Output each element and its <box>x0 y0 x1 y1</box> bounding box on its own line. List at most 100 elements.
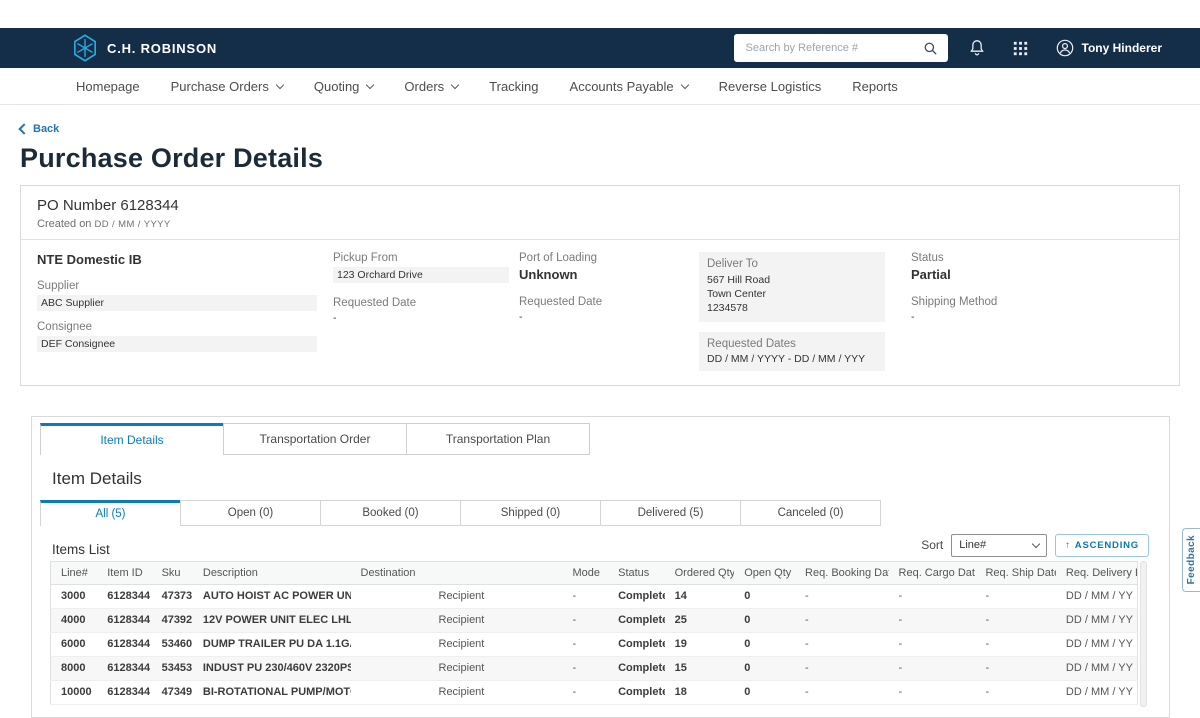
tab-transportation-order[interactable]: Transportation Order <box>223 423 407 455</box>
sort-label: Sort <box>921 538 943 552</box>
cell-line: 8000 <box>51 656 98 680</box>
nav-item-quoting[interactable]: Quoting <box>314 79 374 94</box>
po-col-pickup: Pickup From 123 Orchard Drive Requested … <box>333 252 519 371</box>
nav-item-purchase-orders[interactable]: Purchase Orders <box>171 79 283 94</box>
column-header-description: Description <box>193 561 351 584</box>
cell-destination: Recipient <box>351 680 563 704</box>
cell-req-ship-date: - <box>975 632 1055 656</box>
apps-grid-icon[interactable] <box>1006 33 1036 63</box>
filter-tab-open-0[interactable]: Open (0) <box>180 500 321 526</box>
po-col-port: Port of Loading Unknown Requested Date - <box>519 252 699 371</box>
column-header-req-booking-date: Req. Booking Date <box>795 561 888 584</box>
cell-req-booking-date: - <box>795 584 888 608</box>
cell-req-ship-date: - <box>975 680 1055 704</box>
cell-sku: 53453 <box>152 656 193 680</box>
ascending-button[interactable]: ↑ ASCENDING <box>1055 534 1149 557</box>
filter-tab-all-5[interactable]: All (5) <box>40 500 181 526</box>
tab-label: Delivered (5) <box>638 507 704 519</box>
tab-label: Shipped (0) <box>501 507 560 519</box>
tab-item-details[interactable]: Item Details <box>40 423 224 455</box>
table-scrollbar[interactable] <box>1140 561 1147 707</box>
created-on-label: Created on <box>37 218 91 230</box>
chevron-down-icon <box>276 80 284 88</box>
po-header: PO Number 6128344 Created on DD / MM / Y… <box>21 186 1179 239</box>
cell-line: 6000 <box>51 632 98 656</box>
items-table: Line#Item IDSkuDescriptionDestinationMod… <box>50 561 1138 705</box>
cell-line: 10000 <box>51 680 98 704</box>
chevron-down-icon <box>451 80 459 88</box>
filter-tab-shipped-0[interactable]: Shipped (0) <box>460 500 601 526</box>
pickup-requested-date-value: - <box>333 312 519 324</box>
tab-label: Open (0) <box>228 507 273 519</box>
status-filter-tabs: All (5) Open (0) Booked (0) Shipped (0) Deli… <box>32 489 1169 526</box>
po-number: PO Number 6128344 <box>37 197 1163 214</box>
column-header-mode: Mode <box>562 561 608 584</box>
cell-mode: - <box>562 656 608 680</box>
nav-item-accounts-payable[interactable]: Accounts Payable <box>570 79 688 94</box>
consignee-label: Consignee <box>37 321 333 333</box>
nav-item-tracking[interactable]: Tracking <box>489 79 538 94</box>
chr-logo[interactable]: C.H. ROBINSON <box>72 34 217 62</box>
search-icon[interactable] <box>922 39 940 57</box>
column-header-item-id: Item ID <box>97 561 151 584</box>
column-header-destination: Destination <box>351 561 563 584</box>
cell-mode: - <box>562 680 608 704</box>
cell-open-qty: 0 <box>734 680 795 704</box>
pickup-from-value: 123 Orchard Drive <box>333 267 509 283</box>
table-row: 400061283444739212V POWER UNIT ELEC LHL … <box>51 608 1138 632</box>
created-on-value: DD / MM / YYYY <box>95 219 171 230</box>
column-header-ordered-qty: Ordered Qty <box>665 561 735 584</box>
supplier-value: ABC Supplier <box>37 295 317 311</box>
back-link[interactable]: Back <box>20 123 59 135</box>
cell-req-delivery-date: DD / MM / YY <box>1056 608 1138 632</box>
tab-transportation-plan[interactable]: Transportation Plan <box>406 423 590 455</box>
search-input[interactable] <box>744 41 916 55</box>
port-of-loading-value: Unknown <box>519 267 699 282</box>
nav-item-reverse-logistics[interactable]: Reverse Logistics <box>719 79 822 94</box>
column-header-req-delivery-date: Req. Delivery Date <box>1056 561 1138 584</box>
status-badge: Partial <box>911 267 1163 282</box>
cell-description: 12V POWER UNIT ELEC LHL LG RES <box>193 608 351 632</box>
cell-req-booking-date: - <box>795 608 888 632</box>
cell-open-qty: 0 <box>734 656 795 680</box>
sort-select[interactable]: Line# <box>951 534 1047 557</box>
item-details-panel: Item DetailsTransportation OrderTranspor… <box>31 416 1170 718</box>
ascending-label: ASCENDING <box>1075 540 1139 551</box>
page-content: Back Purchase Order Details PO Number 61… <box>0 105 1200 718</box>
shipping-method-label: Shipping Method <box>911 296 1163 308</box>
user-menu[interactable]: Tony Hinderer <box>1050 39 1162 57</box>
nav-item-homepage[interactable]: Homepage <box>76 79 140 94</box>
cell-open-qty: 0 <box>734 608 795 632</box>
cell-destination: Recipient <box>351 608 563 632</box>
page-title: Purchase Order Details <box>20 143 1180 174</box>
cell-req-booking-date: - <box>795 680 888 704</box>
items-table-body: 3000612834447373AUTO HOIST AC POWER UNIT… <box>51 584 1138 704</box>
items-list-heading: Items List <box>52 542 110 557</box>
cell-req-cargo-date: - <box>889 656 976 680</box>
cell-req-ship-date: - <box>975 608 1055 632</box>
table-row: 6000612834453460DUMP TRAILER PU DA 1.1GA… <box>51 632 1138 656</box>
filter-tab-delivered-5[interactable]: Delivered (5) <box>600 500 741 526</box>
cell-open-qty: 0 <box>734 632 795 656</box>
cell-item-id: 6128344 <box>97 656 151 680</box>
sort-selected-value: Line# <box>959 539 986 551</box>
filter-tab-canceled-0[interactable]: Canceled (0) <box>740 500 881 526</box>
cell-mode: - <box>562 632 608 656</box>
deliver-to-line1: 567 Hill Road <box>707 273 877 287</box>
cell-ordered-qty: 15 <box>665 656 735 680</box>
feedback-label: Feedback <box>1186 535 1197 584</box>
nav-item-orders[interactable]: Orders <box>404 79 458 94</box>
cell-sku: 53460 <box>152 632 193 656</box>
filter-tab-booked-0[interactable]: Booked (0) <box>320 500 461 526</box>
items-table-wrap: Line#Item IDSkuDescriptionDestinationMod… <box>50 561 1151 705</box>
cell-ordered-qty: 14 <box>665 584 735 608</box>
po-col-parties: NTE Domestic IB Supplier ABC Supplier Co… <box>37 252 333 371</box>
feedback-tab[interactable]: Feedback <box>1182 528 1200 592</box>
cell-description: AUTO HOIST AC POWER UNIT 230V <box>193 584 351 608</box>
column-header-req-ship-date: Req. Ship Date <box>975 561 1055 584</box>
cell-item-id: 6128344 <box>97 584 151 608</box>
nav-item-reports[interactable]: Reports <box>852 79 898 94</box>
chevron-down-icon <box>1032 539 1040 547</box>
requested-dates-block: Requested Dates DD / MM / YYYY - DD / MM… <box>699 332 885 371</box>
notifications-bell-icon[interactable] <box>962 33 992 63</box>
